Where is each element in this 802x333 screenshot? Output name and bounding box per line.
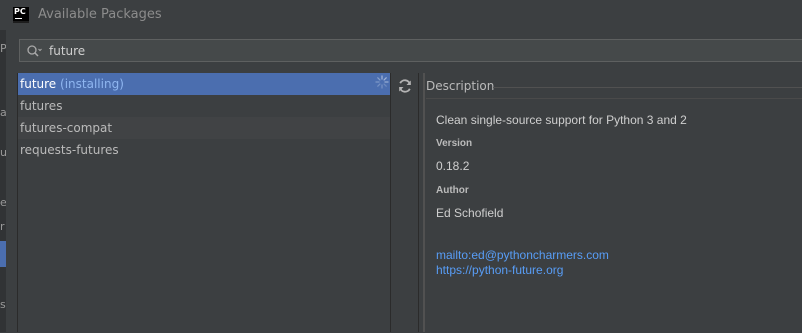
loading-spinner-icon <box>375 75 389 89</box>
background-text-fragment: e <box>0 196 6 209</box>
list-item-futures[interactable]: futures <box>18 95 391 117</box>
divider <box>493 87 802 88</box>
background-text-fragment: r <box>0 220 5 233</box>
description-content: Clean single-source support for Python 3… <box>426 98 802 333</box>
author-email-link[interactable]: mailto:ed@pythoncharmers.com <box>436 248 609 262</box>
package-name: futures-compat <box>20 121 113 135</box>
version-label: Version <box>436 138 473 149</box>
background-text-fragment: u <box>0 146 6 159</box>
list-item-futures-compat[interactable]: futures-compat <box>18 117 391 139</box>
package-name: requests-futures <box>20 143 119 157</box>
title-bar: PC Available Packages <box>0 0 802 30</box>
list-toolbar <box>390 73 419 332</box>
package-name: futures <box>20 99 63 113</box>
search-icon[interactable] <box>26 44 42 58</box>
install-status: (installing) <box>60 77 124 91</box>
background-text-fragment: s <box>0 298 6 311</box>
background-text-fragment: P <box>0 42 6 55</box>
list-item-requests-futures[interactable]: requests-futures <box>18 139 391 161</box>
background-text-fragment: a <box>0 106 6 119</box>
homepage-link[interactable]: https://python-future.org <box>436 263 563 277</box>
package-search-field[interactable] <box>19 39 802 62</box>
background-window-strip: P a u e r s <box>0 30 6 332</box>
author-label: Author <box>436 185 469 196</box>
pycharm-logo-icon: PC <box>13 7 29 23</box>
background-selection <box>0 241 6 267</box>
search-input[interactable] <box>49 42 649 59</box>
description-panel: Description Clean single-source support … <box>425 73 802 333</box>
version-value: 0.18.2 <box>436 159 470 173</box>
description-heading: Description <box>426 79 495 93</box>
package-list[interactable]: future (installing) futures futures-comp… <box>17 73 391 332</box>
divider <box>418 73 419 332</box>
window-title: Available Packages <box>38 7 162 22</box>
package-summary: Clean single-source support for Python 3… <box>436 113 687 127</box>
refresh-icon[interactable] <box>397 78 413 94</box>
author-value: Ed Schofield <box>436 206 504 220</box>
list-item-future[interactable]: future (installing) <box>18 73 391 95</box>
package-name: future <box>20 77 57 91</box>
